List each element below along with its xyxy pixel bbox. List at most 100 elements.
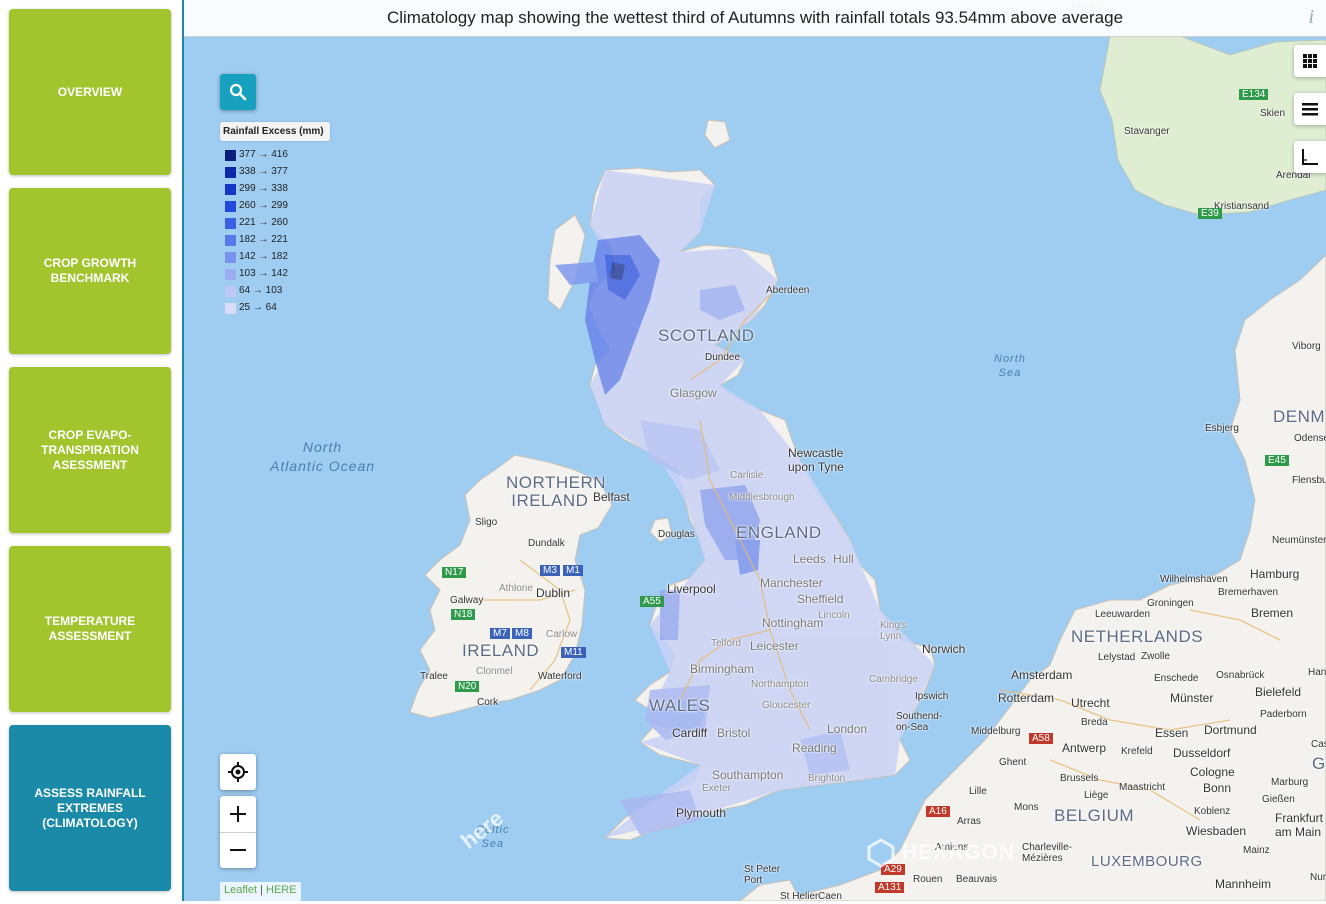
label-bielefeld: Bielefeld bbox=[1255, 685, 1302, 699]
label-stavanger: Stavanger bbox=[1124, 126, 1170, 137]
label-charleville: Charleville- Mézières bbox=[1022, 842, 1073, 864]
chart-button[interactable] bbox=[1294, 141, 1326, 173]
nav-overview[interactable]: OVERVIEW bbox=[9, 9, 171, 175]
nav-assess-rainfall-extremes[interactable]: ASSESS RAINFALL EXTREMES (CLIMATOLOGY) bbox=[9, 725, 171, 891]
label-koblenz: Koblenz bbox=[1194, 806, 1231, 817]
legend-swatch bbox=[225, 235, 236, 246]
label-hannover: Han bbox=[1308, 667, 1326, 678]
search-button[interactable] bbox=[220, 74, 256, 110]
label-middelburg: Middelburg bbox=[971, 726, 1021, 737]
label-leeuwarden: Leeuwarden bbox=[1095, 609, 1151, 620]
land-hebrides bbox=[547, 214, 586, 311]
label-dusseldorf: Dusseldorf bbox=[1173, 746, 1231, 760]
label-gloucester: Gloucester bbox=[762, 700, 811, 711]
label-wales: WALES bbox=[649, 696, 711, 715]
menu-icon bbox=[1302, 103, 1318, 116]
label-bremerhaven: Bremerhaven bbox=[1218, 587, 1279, 598]
label-breda: Breda bbox=[1081, 717, 1108, 728]
label-liverpool: Liverpool bbox=[667, 582, 716, 596]
label-sligo: Sligo bbox=[475, 517, 498, 528]
nav-crop-growth-benchmark[interactable]: CROP GROWTH BENCHMARK bbox=[9, 188, 171, 354]
legend-entry: 64 → 103 bbox=[220, 283, 330, 300]
locate-button[interactable] bbox=[220, 754, 256, 790]
hexagon-logo-icon bbox=[867, 838, 895, 868]
road-badge-n20: N20 bbox=[455, 681, 480, 692]
legend-entry: 299 → 338 bbox=[220, 181, 330, 198]
legend-entry: 182 → 221 bbox=[220, 232, 330, 249]
nav-assess-rainfall-extremes-label: ASSESS RAINFALL EXTREMES (CLIMATOLOGY) bbox=[34, 785, 146, 830]
label-germany: GER bbox=[1312, 754, 1326, 773]
nav-crop-evapotranspiration[interactable]: CROP EVAPO-TRANSPIRATION ASESSMENT bbox=[9, 367, 171, 533]
label-sheffield: Sheffield bbox=[797, 592, 844, 606]
legend-swatch bbox=[225, 286, 236, 297]
legend-swatch bbox=[225, 218, 236, 229]
map-viewport[interactable]: SCOTLAND NORTHERN IRELAND IRELAND ENGLAN… bbox=[184, 0, 1326, 901]
label-southend: Southend-on-Sea bbox=[896, 711, 943, 733]
label-neumunster: Neumünster bbox=[1272, 535, 1326, 546]
legend-swatch bbox=[225, 303, 236, 314]
label-telford: Telford bbox=[711, 638, 742, 649]
label-bonn: Bonn bbox=[1203, 781, 1232, 795]
label-southampton: Southampton bbox=[712, 768, 784, 782]
road-badge-a58: A58 bbox=[1029, 733, 1053, 744]
legend-title: Rainfall Excess (mm) bbox=[220, 122, 330, 141]
nav-crop-growth-benchmark-label: CROP GROWTH BENCHMARK bbox=[43, 256, 137, 285]
label-glasgow: Glasgow bbox=[670, 386, 717, 400]
label-zwolle: Zwolle bbox=[1141, 651, 1170, 662]
road-badge-m7: M7 bbox=[490, 628, 510, 639]
label-dundee: Dundee bbox=[705, 352, 741, 363]
legend-range: 221 → 260 bbox=[239, 217, 288, 228]
label-kings-lynn: King's Lynn bbox=[880, 620, 907, 642]
nav-temperature-assessment[interactable]: TEMPERATURE ASSESSMENT bbox=[9, 546, 171, 712]
label-osnabruck: Osnabrück bbox=[1216, 670, 1265, 681]
leaflet-link[interactable]: Leaflet bbox=[224, 884, 257, 896]
legend-entry: 103 → 142 bbox=[220, 266, 330, 283]
plus-icon bbox=[230, 806, 246, 822]
land-continent bbox=[799, 254, 1326, 901]
label-dundalk: Dundalk bbox=[528, 538, 565, 549]
grid-view-button[interactable] bbox=[1294, 45, 1326, 77]
label-munster: Münster bbox=[1170, 691, 1214, 705]
label-marburg: Marburg bbox=[1271, 777, 1309, 788]
label-newcastle: Newcastle upon Tyne bbox=[788, 446, 844, 474]
zoom-out-button[interactable] bbox=[220, 832, 256, 868]
chart-axis-icon bbox=[1302, 149, 1318, 165]
label-rouen: Rouen bbox=[913, 874, 943, 885]
legend-entry: 221 → 260 bbox=[220, 215, 330, 232]
road-badge-e134: E134 bbox=[1239, 89, 1269, 100]
road-badge-m3: M3 bbox=[540, 565, 560, 576]
label-london: London bbox=[827, 722, 868, 736]
road-badge-m8: M8 bbox=[512, 628, 532, 639]
label-waterford: Waterford bbox=[538, 671, 582, 682]
search-icon bbox=[229, 83, 247, 101]
hexagon-watermark: HEXAGON bbox=[866, 838, 1015, 868]
here-link[interactable]: HERE bbox=[266, 884, 297, 896]
label-maastricht: Maastricht bbox=[1119, 782, 1166, 793]
label-mainz: Mainz bbox=[1243, 845, 1270, 856]
label-st-helier: St Helier bbox=[780, 891, 819, 901]
layers-menu-button[interactable] bbox=[1294, 93, 1326, 125]
label-utrecht: Utrecht bbox=[1071, 696, 1110, 710]
label-brussels: Brussels bbox=[1060, 773, 1099, 784]
legend-range: 377 → 416 bbox=[239, 149, 288, 160]
label-antwerp: Antwerp bbox=[1062, 741, 1107, 755]
label-netherlands: NETHERLANDS bbox=[1071, 627, 1204, 646]
label-mons: Mons bbox=[1014, 802, 1039, 813]
road-badge-a131: A131 bbox=[875, 882, 905, 893]
label-belgium: BELGIUM bbox=[1054, 806, 1135, 825]
info-icon[interactable]: i bbox=[1308, 6, 1314, 29]
legend-swatch bbox=[225, 201, 236, 212]
label-kassel: Cassel bbox=[1311, 739, 1326, 750]
road-badge-e45: E45 bbox=[1265, 455, 1289, 466]
legend-entry: 377 → 416 bbox=[220, 147, 330, 164]
zoom-in-button[interactable] bbox=[220, 796, 256, 833]
legend-swatch bbox=[225, 252, 236, 263]
label-exeter: Exeter bbox=[702, 783, 731, 794]
label-clonmel: Clonmel bbox=[476, 666, 513, 677]
label-luxembourg: LUXEMBOURG bbox=[1091, 853, 1203, 870]
label-north-atlantic-ocean: North Atlantic Ocean bbox=[270, 439, 376, 474]
label-hull: Hull bbox=[833, 552, 854, 566]
label-galway: Galway bbox=[450, 595, 484, 606]
label-krefeld: Krefeld bbox=[1121, 746, 1153, 757]
label-norwich: Norwich bbox=[922, 642, 966, 656]
